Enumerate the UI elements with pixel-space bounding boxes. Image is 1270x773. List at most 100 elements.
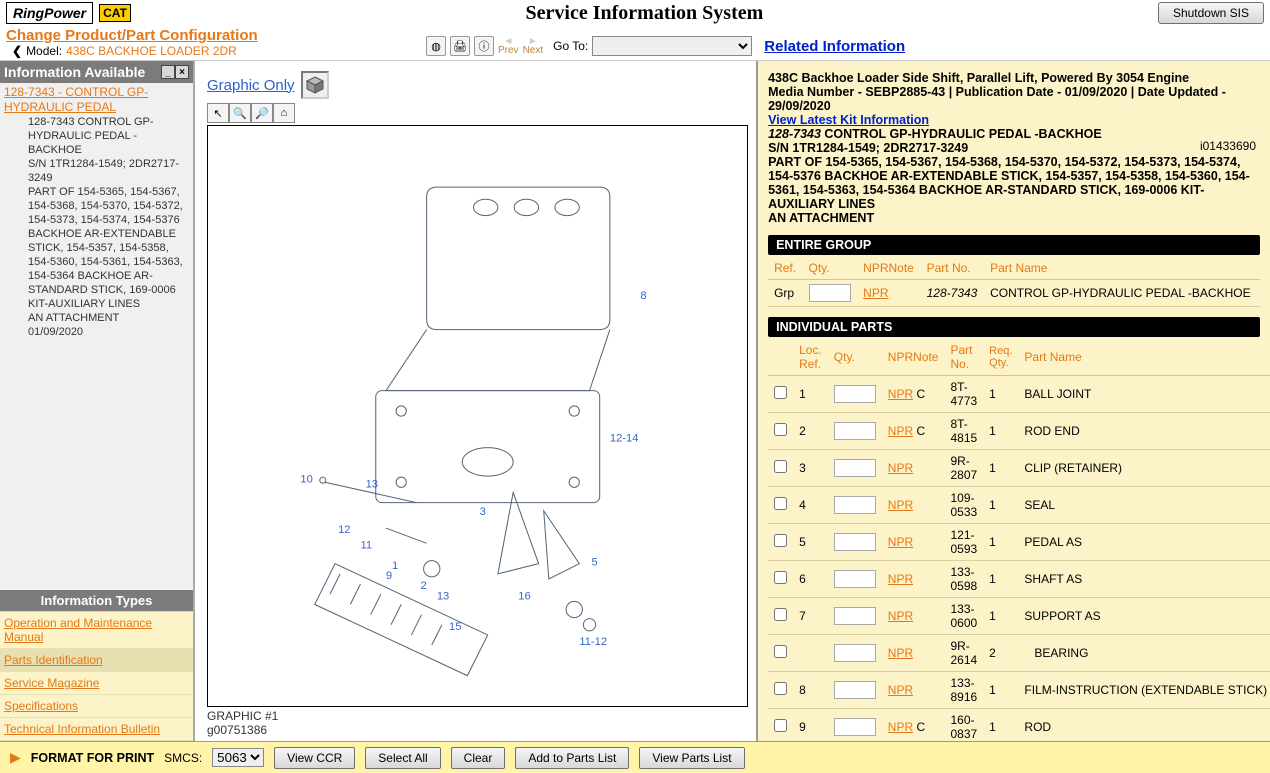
row-qty-input[interactable] [834,496,876,514]
info-type-item[interactable]: Operation and Maintenance Manual [0,612,193,649]
col-partno: Part No. [921,257,984,280]
row-qty-input[interactable] [834,644,876,662]
zoom-out-icon[interactable]: 🔎 [251,103,273,123]
select-all-button[interactable]: Select All [365,747,440,769]
minimize-icon[interactable]: _ [161,65,175,79]
row-npr-link[interactable]: NPR [888,683,913,697]
svg-text:5: 5 [592,557,598,569]
kit-info-link[interactable]: View Latest Kit Information [768,113,929,127]
sn-line: S/N 1TR1284-1549; 2DR2717-3249 [768,141,1260,155]
table-row: 1NPR C8T-47731BALL JOINT [768,376,1270,413]
row-npr-link[interactable]: NPR [888,535,913,549]
col-partno2: Part No. [944,339,983,376]
smcs-select[interactable]: 5063 [212,748,264,767]
individual-parts-table: Loc. Ref. Qty. NPRNote Part No. Req. Qty… [768,339,1270,741]
info-types-list: Operation and Maintenance ManualParts Id… [0,611,193,741]
row-npr-link[interactable]: NPR [888,572,913,586]
part-title-no: 128-7343 [768,127,821,141]
row-checkbox[interactable] [774,386,787,399]
format-print-label: FORMAT FOR PRINT [31,751,154,765]
col-loc: Loc. Ref. [793,339,828,376]
row-npr-link[interactable]: NPR [888,609,913,623]
row-npr-link[interactable]: NPR [888,720,913,734]
back-icon[interactable]: ❮ [12,44,22,58]
row-qty-input[interactable] [834,718,876,736]
table-row: 3NPR 9R-28071CLIP (RETAINER) [768,450,1270,487]
shutdown-button[interactable]: Shutdown SIS [1158,2,1264,24]
graphic-id: g00751386 [207,723,748,737]
info-type-item[interactable]: Specifications [0,695,193,718]
page-title: Service Information System [131,2,1158,25]
table-row: 7NPR 133-06001SUPPORT AS [768,598,1270,635]
zoom-in-icon[interactable]: 🔍 [229,103,251,123]
row-checkbox[interactable] [774,608,787,621]
info-types-header: Information Types [0,590,193,611]
info-type-item[interactable]: Service Magazine [0,672,193,695]
row-qty-input[interactable] [834,681,876,699]
svg-text:11: 11 [360,539,372,551]
col-partname: Part Name [984,257,1260,280]
row-npr-link[interactable]: NPR [888,424,913,438]
row-checkbox[interactable] [774,571,787,584]
row-qty-input[interactable] [834,607,876,625]
svg-text:13: 13 [437,590,449,602]
grp-qty-input[interactable] [809,284,851,302]
row-checkbox[interactable] [774,423,787,436]
row-npr-link[interactable]: NPR [888,387,913,401]
diagram-viewport[interactable]: 8 12-14 10 13 12 11 1 9 2 13 16 5 [207,125,748,707]
goto-select[interactable] [592,36,752,56]
goto-label: Go To: [553,39,588,53]
row-qty-input[interactable] [834,422,876,440]
view-parts-button[interactable]: View Parts List [639,747,744,769]
sidebar: Information Available _ × 128-7343 - CON… [0,61,195,741]
row-checkbox[interactable] [774,719,787,732]
related-info-link[interactable]: Related Information [764,38,905,55]
svg-text:13: 13 [366,478,378,490]
graphic-number: GRAPHIC #1 [207,709,748,723]
svg-text:8: 8 [640,290,646,302]
info-icon[interactable]: ⓘ [474,36,494,56]
graphic-only-link[interactable]: Graphic Only [207,77,295,94]
row-qty-input[interactable] [834,385,876,403]
entire-group-table: Ref. Qty. NPRNote Part No. Part Name Grp… [768,257,1260,307]
table-row: NPR 9R-26142 BEARING [768,635,1270,672]
media-line: Media Number - SEBP2885-43 | Publication… [768,85,1260,113]
brand-logo: RingPower [6,2,93,24]
svg-text:1: 1 [392,560,398,572]
add-to-parts-button[interactable]: Add to Parts List [515,747,629,769]
row-checkbox[interactable] [774,534,787,547]
pointer-tool-icon[interactable]: ↖ [207,103,229,123]
row-qty-input[interactable] [834,459,876,477]
sidebar-part-link[interactable]: 128-7343 - CONTROL GP-HYDRAULIC PEDAL [0,85,193,115]
table-row: 4NPR 109-05331SEAL [768,487,1270,524]
row-qty-input[interactable] [834,570,876,588]
info-type-item[interactable]: Technical Information Bulletin [0,718,193,741]
change-product-link[interactable]: Change Product/Part Configuration [6,27,258,44]
next-label: Next [523,46,544,55]
row-npr-link[interactable]: NPR [888,461,913,475]
clear-button[interactable]: Clear [451,747,506,769]
table-row: 5NPR 121-05931PEDAL AS [768,524,1270,561]
table-row: 9NPR C160-08371ROD [768,709,1270,742]
globe-icon[interactable]: ◍ [426,36,446,56]
cube-3d-icon[interactable] [301,71,329,99]
col-nprnote: NPRNote [857,257,920,280]
info-type-item[interactable]: Parts Identification [0,649,193,672]
row-checkbox[interactable] [774,460,787,473]
row-checkbox[interactable] [774,682,787,695]
svg-text:12: 12 [338,524,350,536]
row-checkbox[interactable] [774,497,787,510]
row-qty-input[interactable] [834,533,876,551]
print-icon[interactable]: 🖨 [450,36,470,56]
home-icon[interactable]: ⌂ [273,103,295,123]
col-qty: Qty. [803,257,858,280]
entire-group-header: ENTIRE GROUP [768,235,1260,255]
close-icon[interactable]: × [175,65,189,79]
grp-npr-link[interactable]: NPR [863,286,888,300]
sidebar-part-desc: 128-7343 CONTROL GP-HYDRAULIC PEDAL -BAC… [0,115,193,339]
table-row: 2NPR C8T-48151ROD END [768,413,1270,450]
row-npr-link[interactable]: NPR [888,498,913,512]
row-npr-link[interactable]: NPR [888,646,913,660]
view-ccr-button[interactable]: View CCR [274,747,355,769]
row-checkbox[interactable] [774,645,787,658]
